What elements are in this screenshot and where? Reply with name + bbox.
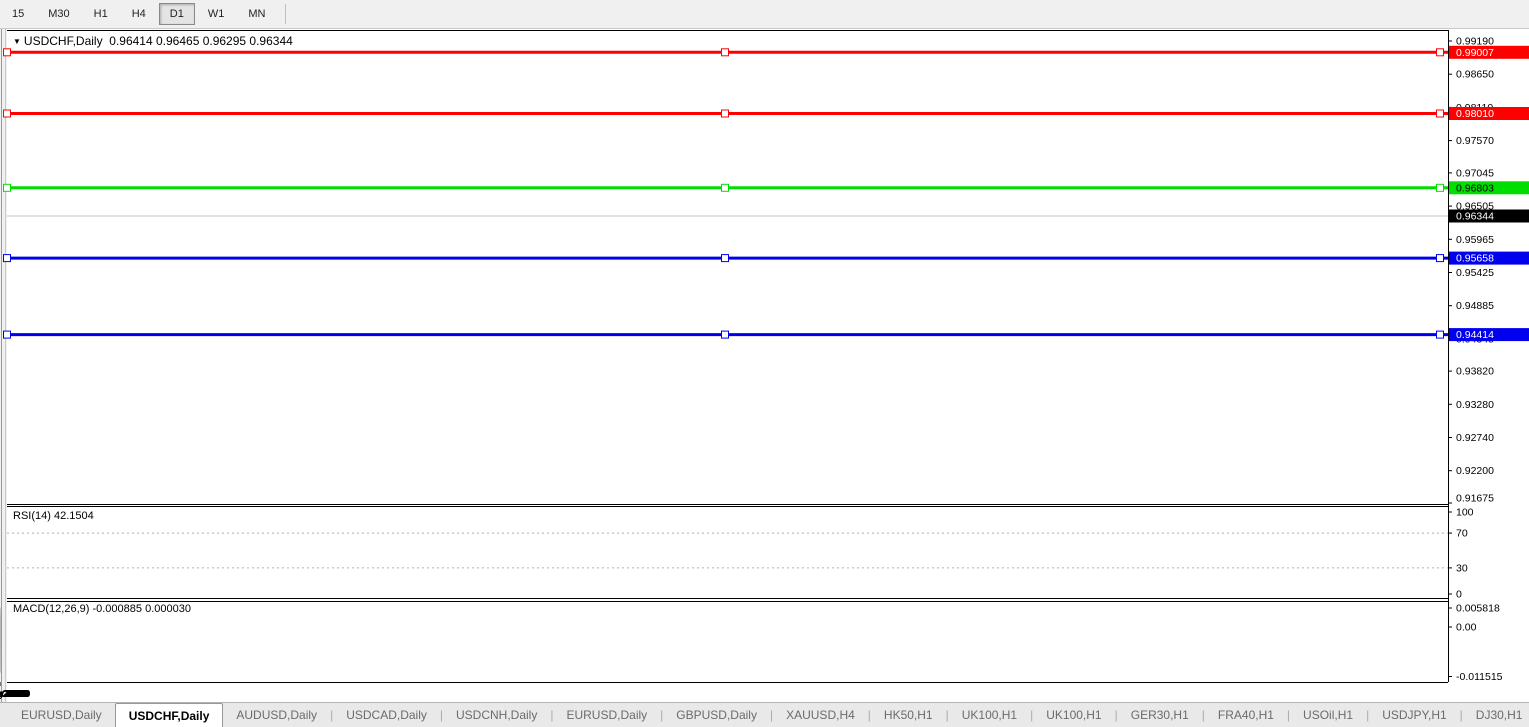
hline-handle[interactable] — [722, 49, 729, 56]
chart-tab-usoil-h1-13[interactable]: USOil,H1 — [1290, 703, 1366, 727]
price-badge-label: 0.94414 — [1456, 329, 1494, 341]
price-axis-label: 0.97045 — [1456, 167, 1494, 179]
chart-tab-eurusd-daily-5[interactable]: EURUSD,Daily — [553, 703, 660, 727]
chart-tab-usdcnh-daily-4[interactable]: USDCNH,Daily — [443, 703, 550, 727]
timeframe-button-d1[interactable]: D1 — [159, 3, 195, 25]
timeframe-button-h4[interactable]: H4 — [121, 3, 157, 25]
toolbar-separator — [285, 4, 286, 24]
chart-tab-eurusd-daily-0[interactable]: EURUSD,Daily — [8, 703, 115, 727]
price-badge-label: 0.96803 — [1456, 182, 1494, 194]
hline-handle[interactable] — [1437, 110, 1444, 117]
date-axis-label: 27 May 2020 — [0, 688, 31, 700]
price-axis-label: 0.95965 — [1456, 234, 1494, 246]
price-axis-label: 0.99190 — [1456, 36, 1494, 48]
rsi-axis-label: 70 — [1456, 528, 1468, 540]
hline-handle[interactable] — [1437, 49, 1444, 56]
hline-handle[interactable] — [4, 49, 11, 56]
chart-tab-fra40-h1-12[interactable]: FRA40,H1 — [1205, 703, 1287, 727]
chart-tab-bar: EURUSD,DailyUSDCHF,DailyAUDUSD,Daily|USD… — [0, 702, 1529, 727]
hline-handle[interactable] — [4, 331, 11, 338]
timeframe-button-m30[interactable]: M30 — [37, 3, 80, 25]
macd-axis-label: 0.005818 — [1456, 603, 1500, 615]
price-axis-label: 0.94885 — [1456, 300, 1494, 312]
chart-tab-gbpusd-daily-6[interactable]: GBPUSD,Daily — [663, 703, 770, 727]
price-axis-label: 0.93280 — [1456, 399, 1494, 411]
hline-handle[interactable] — [4, 110, 11, 117]
hline-handle[interactable] — [722, 255, 729, 262]
chart-tab-uk100-h1-10[interactable]: UK100,H1 — [1033, 703, 1114, 727]
hline-handle[interactable] — [4, 255, 11, 262]
rsi-axis-label: 100 — [1456, 507, 1474, 519]
price-axis-label: 0.93820 — [1456, 366, 1494, 378]
chart-tab-xauusd-h4-7[interactable]: XAUUSD,H4 — [773, 703, 868, 727]
price-axis-label: 0.98650 — [1456, 69, 1494, 81]
price-axis-label: 0.97570 — [1456, 135, 1494, 147]
rsi-axis-label: 0 — [1456, 589, 1462, 601]
hline-handle[interactable] — [722, 184, 729, 191]
price-axis-label: 0.95425 — [1456, 267, 1494, 279]
chart-tab-uk100-h1-9[interactable]: UK100,H1 — [949, 703, 1030, 727]
hline-handle[interactable] — [1437, 255, 1444, 262]
hline-handle[interactable] — [1437, 184, 1444, 191]
chart-tab-hk50-h1-8[interactable]: HK50,H1 — [871, 703, 946, 727]
macd-axis-label: -0.011515 — [1456, 671, 1503, 683]
timeframe-button-h1[interactable]: H1 — [83, 3, 119, 25]
chart-tab-usdchf-daily-1[interactable]: USDCHF,Daily — [115, 703, 224, 727]
price-badge-label: 0.95658 — [1456, 253, 1494, 265]
hline-handle[interactable] — [722, 331, 729, 338]
macd-axis-label: 0.00 — [1456, 622, 1477, 634]
price-badge-label: 0.96344 — [1456, 211, 1494, 223]
price-axis-label: 0.92740 — [1456, 432, 1494, 444]
timeframe-button-w1[interactable]: W1 — [197, 3, 236, 25]
price-axis-label: 0.92200 — [1456, 465, 1494, 477]
timeframe-button-15[interactable]: 15 — [1, 3, 35, 25]
timeframe-button-mn[interactable]: MN — [237, 3, 276, 25]
price-badge-label: 0.98010 — [1456, 108, 1494, 120]
hline-handle[interactable] — [4, 184, 11, 191]
timeframe-toolbar: 15M30H1H4D1W1MN — [0, 0, 1529, 29]
chart-tab-ger30-h1-11[interactable]: GER30,H1 — [1118, 703, 1202, 727]
chart-tab-usdcad-daily-3[interactable]: USDCAD,Daily — [333, 703, 440, 727]
price-axis-label: 0.91675 — [1456, 493, 1494, 505]
rsi-axis-label: 30 — [1456, 562, 1468, 574]
hline-handle[interactable] — [1437, 331, 1444, 338]
chart-tab-usdjpy-h1-14[interactable]: USDJPY,H1 — [1369, 703, 1459, 727]
chart-tab-dj30-h1-15[interactable]: DJ30,H1 — [1463, 703, 1529, 727]
hline-handle[interactable] — [722, 110, 729, 117]
mt4-window: { "toolbar": { "timeframes": [ {"label":… — [0, 0, 1529, 727]
chart-tab-audusd-daily-2[interactable]: AUDUSD,Daily — [223, 703, 330, 727]
price-badge-label: 0.99007 — [1456, 47, 1494, 59]
chart-canvas: 0.991900.986500.981100.975700.970450.965… — [0, 0, 1529, 727]
